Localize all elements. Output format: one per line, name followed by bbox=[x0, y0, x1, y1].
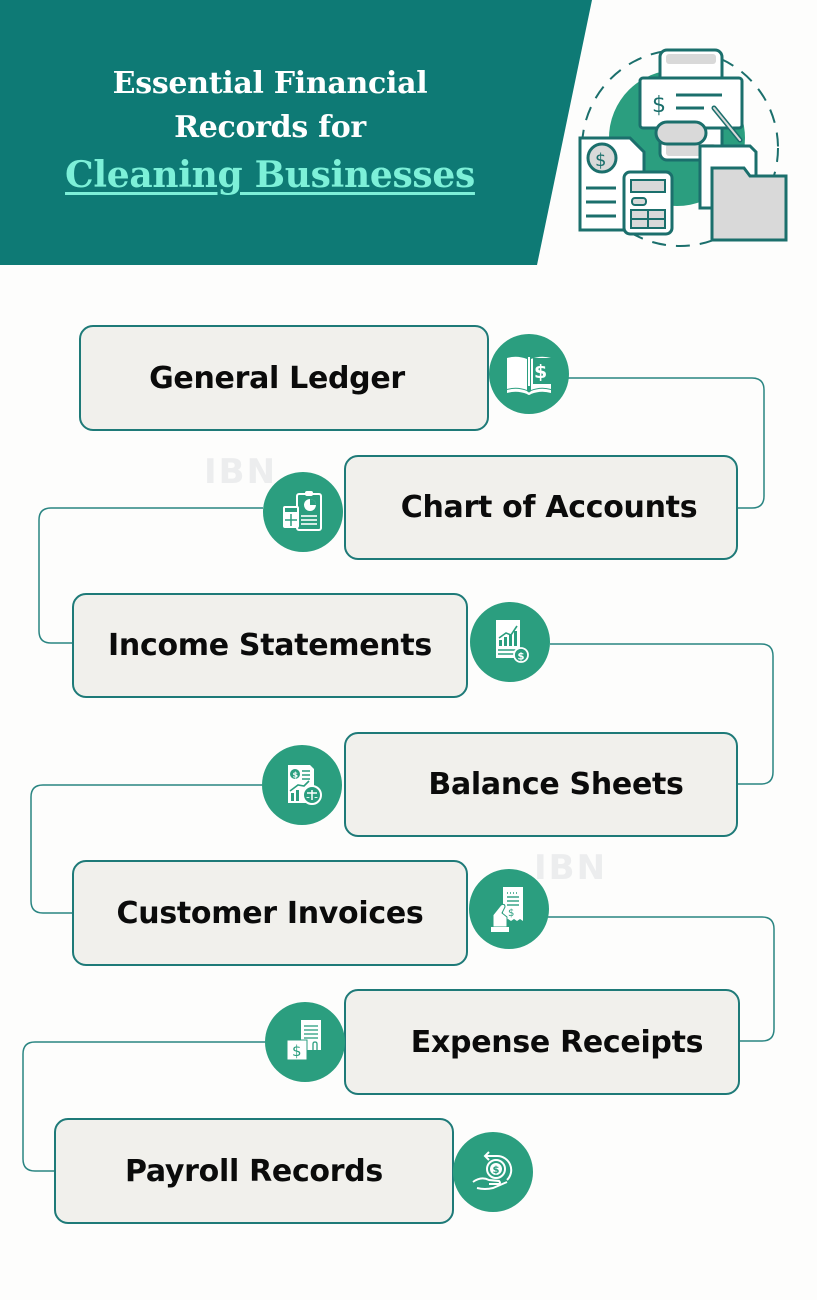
svg-text:$: $ bbox=[595, 150, 606, 171]
record-label: Balance Sheets bbox=[428, 767, 684, 802]
growth-report-dollar-icon: $ bbox=[470, 602, 550, 682]
record-label: Chart of Accounts bbox=[400, 490, 698, 525]
report-balance-scale-icon: $ bbox=[262, 745, 342, 825]
title-line-2: Records for bbox=[174, 110, 366, 145]
financial-documents-illustration-icon: $ $ bbox=[578, 48, 788, 247]
record-label: General Ledger bbox=[149, 360, 405, 396]
watermark: IBN bbox=[534, 848, 608, 888]
svg-text:$: $ bbox=[493, 1165, 500, 1176]
title-accent: Cleaning Businesses bbox=[65, 154, 475, 196]
svg-text:$: $ bbox=[518, 652, 525, 663]
receipt-dollar-icon: $ bbox=[265, 1002, 345, 1082]
record-box-income-statements: Income Statements bbox=[72, 593, 468, 698]
record-box-balance-sheets: Balance Sheets bbox=[344, 732, 738, 837]
record-box-expense-receipts: Expense Receipts bbox=[344, 989, 740, 1095]
svg-text:$: $ bbox=[652, 93, 666, 118]
watermark: IBN bbox=[204, 452, 278, 492]
clipboard-pie-chart-icon bbox=[263, 472, 343, 552]
hand-coin-cycle-icon: $ bbox=[453, 1132, 533, 1212]
record-box-payroll-records: Payroll Records bbox=[54, 1118, 454, 1224]
page-title: Essential Financial Records for Cleaning… bbox=[40, 62, 500, 200]
svg-text:$: $ bbox=[293, 771, 299, 780]
title-line-1: Essential Financial bbox=[112, 66, 428, 101]
hand-receipt-icon: $ bbox=[469, 869, 549, 949]
svg-text:$: $ bbox=[508, 908, 514, 919]
record-label: Income Statements bbox=[108, 628, 432, 663]
svg-text:$: $ bbox=[534, 361, 547, 383]
record-box-general-ledger: General Ledger bbox=[79, 325, 489, 431]
ledger-book-dollar-icon: $ bbox=[489, 334, 569, 414]
record-box-chart-of-accounts: Chart of Accounts bbox=[344, 455, 738, 560]
record-label: Customer Invoices bbox=[116, 895, 424, 931]
svg-text:$: $ bbox=[292, 1042, 302, 1060]
record-label: Expense Receipts bbox=[410, 1024, 704, 1060]
record-box-customer-invoices: Customer Invoices bbox=[72, 860, 468, 966]
record-label: Payroll Records bbox=[125, 1153, 383, 1189]
